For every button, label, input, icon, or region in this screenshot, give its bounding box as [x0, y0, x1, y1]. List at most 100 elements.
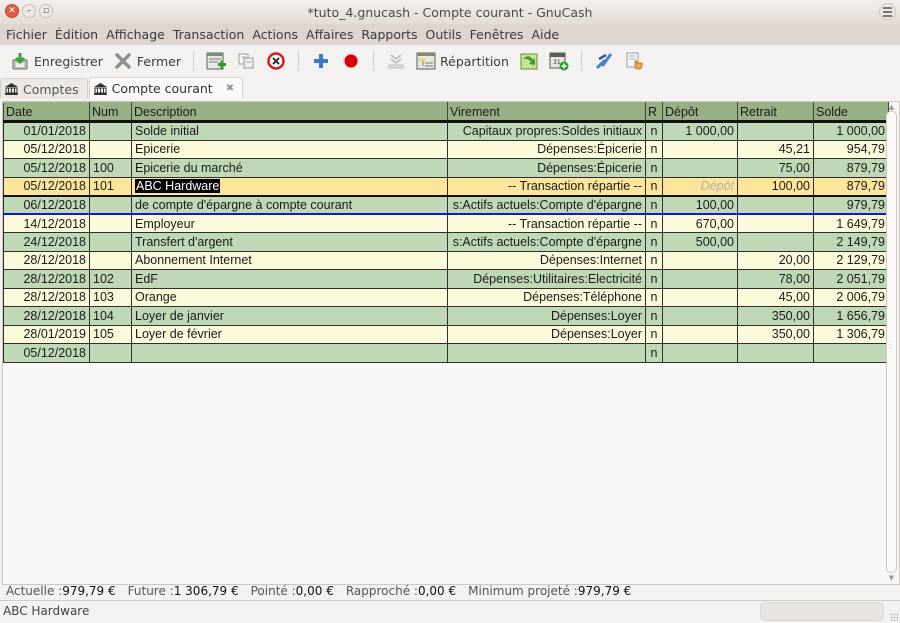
tab-comptes[interactable]: Comptes — [0, 78, 88, 99]
cell-description[interactable]: Abonnement Internet — [131, 251, 448, 270]
cell-num[interactable] — [89, 140, 132, 159]
cell-num[interactable] — [89, 343, 132, 363]
cell-description[interactable]: Transfert d'argent — [131, 232, 448, 252]
cell-deposit[interactable] — [662, 325, 738, 344]
cell-transfer[interactable]: Dépenses:Loyer — [447, 306, 646, 326]
transfer-button[interactable] — [590, 49, 618, 73]
cell-reconciled[interactable]: n — [645, 325, 663, 344]
cell-withdrawal[interactable]: 350,00 — [737, 306, 814, 326]
menu-actions[interactable]: Actions — [248, 27, 302, 42]
cell-num[interactable] — [89, 195, 132, 215]
menu-affichage[interactable]: Affichage — [102, 27, 169, 42]
cell-balance[interactable]: 1 649,79 — [813, 214, 889, 233]
cell-description[interactable]: Solde initial — [131, 121, 448, 141]
cell-balance[interactable]: 2 149,79 — [813, 232, 889, 252]
cell-deposit[interactable]: 1 000,00 — [662, 121, 738, 141]
scroll-down-arrow-icon[interactable]: ▼ — [886, 574, 897, 583]
cell-reconciled[interactable]: n — [645, 269, 663, 289]
table-row[interactable]: 28/01/2019 105 Loyer de février Dépenses:Lo… — [3, 325, 889, 344]
cell-reconciled[interactable]: n — [645, 251, 663, 270]
maximize-window-button[interactable]: ▫ — [39, 4, 53, 18]
cell-balance[interactable] — [813, 343, 889, 363]
blank-transaction-button[interactable] — [382, 49, 410, 73]
cell-date[interactable]: 28/12/2018 — [3, 269, 90, 289]
col-reconciled[interactable]: R — [645, 102, 663, 123]
cell-date[interactable]: 05/12/2018 — [3, 140, 90, 159]
table-row[interactable]: 14/12/2018 Employeur -- Transaction répart… — [3, 214, 889, 233]
cell-balance[interactable]: 2 129,79 — [813, 251, 889, 270]
cell-transfer[interactable]: -- Transaction répartie -- — [447, 177, 646, 197]
cell-deposit[interactable] — [662, 269, 738, 289]
cell-deposit[interactable]: 670,00 — [662, 214, 738, 233]
close-button[interactable]: Fermer — [109, 49, 185, 73]
close-window-button[interactable]: ✕ — [5, 4, 19, 18]
window-menu-icon[interactable] — [879, 3, 896, 20]
cell-date[interactable]: 24/12/2018 — [3, 232, 90, 252]
col-balance[interactable]: Solde — [813, 102, 889, 123]
cell-deposit[interactable] — [662, 251, 738, 270]
cell-deposit[interactable] — [662, 158, 738, 178]
cell-reconciled[interactable]: n — [645, 343, 663, 363]
cell-withdrawal[interactable] — [737, 195, 814, 215]
cell-description[interactable]: EdF — [131, 269, 448, 289]
table-row[interactable]: 28/12/2018 104 Loyer de janvier Dépenses:Lo… — [3, 306, 889, 326]
cell-description[interactable]: Employeur — [131, 214, 448, 233]
cell-transfer[interactable]: Dépenses:Téléphone — [447, 288, 646, 307]
table-row[interactable]: 28/12/2018 Abonnement Internet Dépenses:In… — [3, 251, 889, 270]
duplicate-transaction-button[interactable] — [232, 49, 260, 73]
enter-transaction-button[interactable] — [307, 49, 335, 73]
description-input[interactable]: ABC Hardware — [135, 179, 221, 193]
cell-deposit[interactable] — [662, 140, 738, 159]
cell-withdrawal[interactable]: 100,00 — [737, 177, 814, 197]
cell-withdrawal[interactable] — [737, 343, 814, 363]
menu-affaires[interactable]: Affaires — [302, 27, 357, 42]
cell-balance[interactable]: 954,79 — [813, 140, 889, 159]
table-row[interactable]: 24/12/2018 Transfert d'argent s:Actifs act… — [3, 232, 889, 252]
cell-withdrawal[interactable] — [737, 121, 814, 141]
cell-balance[interactable]: 1 306,79 — [813, 325, 889, 344]
cell-deposit[interactable] — [662, 343, 738, 363]
col-transfer[interactable]: Virement — [447, 102, 646, 123]
cell-description[interactable] — [131, 343, 448, 363]
cell-balance[interactable]: 1 656,79 — [813, 306, 889, 326]
cell-withdrawal[interactable] — [737, 214, 814, 233]
cell-date[interactable]: 28/12/2018 — [3, 306, 90, 326]
jump-button[interactable] — [515, 49, 543, 73]
cell-withdrawal[interactable]: 45,00 — [737, 288, 814, 307]
col-withdrawal[interactable]: Retrait — [737, 102, 814, 123]
cell-reconciled[interactable]: n — [645, 232, 663, 252]
cell-transfer[interactable]: s:Actifs actuels:Compte d'épargne — [447, 195, 646, 215]
cell-balance[interactable]: 879,79 — [813, 158, 889, 178]
table-row[interactable]: 05/12/2018 100 Epicerie du marché Dépenses:… — [3, 158, 889, 178]
cell-reconciled[interactable]: n — [645, 121, 663, 141]
cell-num[interactable] — [89, 214, 132, 233]
col-date[interactable]: Date — [3, 102, 90, 123]
cell-description[interactable]: Epicerie — [131, 140, 448, 159]
cell-date[interactable]: 28/01/2019 — [3, 325, 90, 344]
resize-grip-icon[interactable] — [890, 613, 898, 621]
cell-transfer[interactable]: Dépenses:Utilitaires:Electricité — [447, 269, 646, 289]
cell-num[interactable]: 104 — [89, 306, 132, 326]
cell-reconciled[interactable]: n — [645, 306, 663, 326]
cancel-transaction-button[interactable] — [337, 49, 365, 73]
cell-date[interactable]: 14/12/2018 — [3, 214, 90, 233]
cell-description[interactable]: ABC Hardware — [131, 177, 448, 197]
cell-num[interactable]: 101 — [89, 177, 132, 197]
cell-transfer[interactable]: -- Transaction répartie -- — [447, 214, 646, 233]
cell-balance[interactable]: 1 000,00 — [813, 121, 889, 141]
tab-compte-courant[interactable]: Compte courant ✖ — [88, 77, 244, 99]
menu-aide[interactable]: Aide — [527, 27, 563, 42]
schedule-button[interactable]: 31 — [545, 49, 573, 73]
cell-balance[interactable]: 979,79 — [813, 195, 889, 215]
cell-withdrawal[interactable]: 20,00 — [737, 251, 814, 270]
cell-reconciled[interactable]: n — [645, 288, 663, 307]
cell-deposit[interactable] — [662, 306, 738, 326]
cell-balance[interactable]: 2 051,79 — [813, 269, 889, 289]
cell-reconciled[interactable]: n — [645, 158, 663, 178]
cell-description[interactable]: Loyer de janvier — [131, 306, 448, 326]
cell-num[interactable] — [89, 232, 132, 252]
minimize-window-button[interactable]: – — [22, 4, 36, 18]
cell-deposit[interactable]: Dépôt — [662, 177, 738, 197]
cell-reconciled[interactable]: n — [645, 140, 663, 159]
delete-transaction-button[interactable] — [262, 49, 290, 73]
